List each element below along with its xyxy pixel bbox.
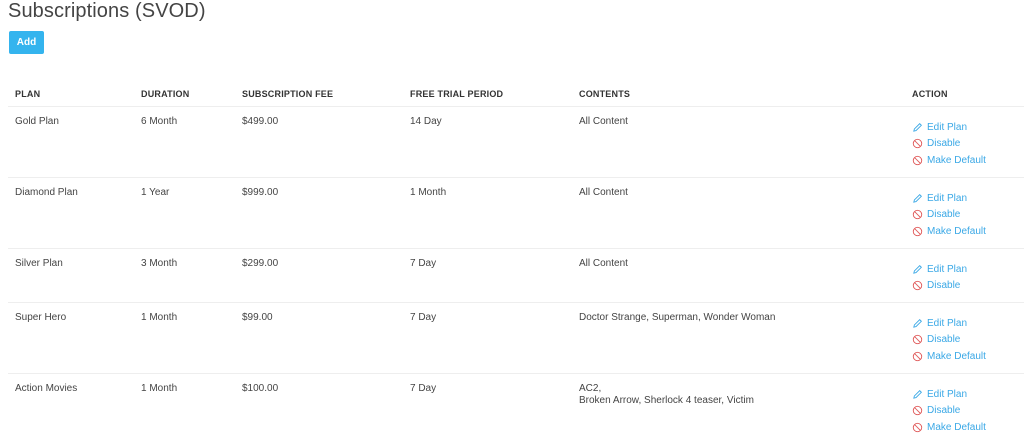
table-row: Diamond Plan 1 Year $999.00 1 Month All … bbox=[8, 178, 1024, 249]
ban-icon bbox=[912, 138, 923, 149]
make-default-link[interactable]: Make Default bbox=[912, 223, 986, 240]
plan-contents-line: All Content bbox=[579, 116, 628, 127]
plan-duration: 1 Month bbox=[141, 383, 178, 394]
disable-label: Disable bbox=[927, 280, 961, 292]
edit-plan-link[interactable]: Edit Plan bbox=[912, 386, 986, 403]
edit-plan-link[interactable]: Edit Plan bbox=[912, 261, 967, 278]
plan-fee: $299.00 bbox=[242, 258, 279, 269]
disable-link[interactable]: Disable bbox=[912, 332, 986, 349]
header-contents: CONTENTS bbox=[579, 89, 631, 99]
plan-contents-line: AC2, bbox=[579, 383, 602, 394]
edit-plan-label: Edit Plan bbox=[927, 263, 968, 275]
plan-name: Gold Plan bbox=[15, 116, 59, 127]
pencil-icon bbox=[912, 193, 923, 204]
row-actions: Edit Plan Disable Make Default bbox=[912, 190, 986, 240]
disable-link[interactable]: Disable bbox=[912, 403, 986, 420]
ban-icon bbox=[912, 280, 923, 291]
table-row: Silver Plan 3 Month $299.00 7 Day All Co… bbox=[8, 249, 1024, 303]
ban-icon bbox=[912, 351, 923, 362]
make-default-label: Make Default bbox=[927, 350, 986, 362]
ban-icon bbox=[912, 334, 923, 345]
plan-duration: 1 Month bbox=[141, 312, 178, 323]
make-default-link[interactable]: Make Default bbox=[912, 348, 986, 365]
plan-contents-line: Doctor Strange, Superman, Wonder Woman bbox=[579, 312, 776, 323]
make-default-label: Make Default bbox=[927, 154, 986, 166]
plan-contents: Doctor Strange, Superman, Wonder Woman bbox=[579, 312, 879, 324]
pencil-icon bbox=[912, 318, 923, 329]
table-row: Gold Plan 6 Month $499.00 14 Day All Con… bbox=[8, 107, 1024, 178]
edit-plan-label: Edit Plan bbox=[927, 192, 968, 204]
edit-plan-label: Edit Plan bbox=[927, 388, 968, 400]
header-action: ACTION bbox=[912, 89, 948, 99]
plan-contents-line: All Content bbox=[579, 258, 628, 269]
plan-name: Super Hero bbox=[15, 312, 67, 323]
pencil-icon bbox=[912, 389, 923, 400]
plan-trial: 7 Day bbox=[410, 383, 437, 394]
edit-plan-link[interactable]: Edit Plan bbox=[912, 190, 986, 207]
make-default-link[interactable]: Make Default bbox=[912, 152, 986, 169]
add-button[interactable]: Add bbox=[9, 31, 44, 54]
disable-label: Disable bbox=[927, 334, 961, 346]
plan-contents-line: All Content bbox=[579, 187, 628, 198]
plan-fee: $999.00 bbox=[242, 187, 279, 198]
disable-label: Disable bbox=[927, 209, 961, 221]
plan-fee: $499.00 bbox=[242, 116, 279, 127]
edit-plan-label: Edit Plan bbox=[927, 317, 968, 329]
header-free-trial-period: FREE TRIAL PERIOD bbox=[410, 89, 504, 99]
plan-contents: AC2, Broken Arrow, Sherlock 4 teaser, Vi… bbox=[579, 383, 879, 407]
subscriptions-table: PLAN DURATION SUBSCRIPTION FEE FREE TRIA… bbox=[8, 80, 1024, 436]
make-default-link[interactable]: Make Default bbox=[912, 419, 986, 436]
plan-duration: 3 Month bbox=[141, 258, 178, 269]
ban-icon bbox=[912, 422, 923, 433]
header-plan: PLAN bbox=[15, 89, 41, 99]
disable-label: Disable bbox=[927, 405, 961, 417]
ban-icon bbox=[912, 155, 923, 166]
plan-fee: $99.00 bbox=[242, 312, 273, 323]
disable-link[interactable]: Disable bbox=[912, 136, 986, 153]
plan-name: Action Movies bbox=[15, 383, 78, 394]
plan-trial: 7 Day bbox=[410, 312, 437, 323]
table-row: Action Movies 1 Month $100.00 7 Day AC2,… bbox=[8, 374, 1024, 436]
disable-link[interactable]: Disable bbox=[912, 207, 986, 224]
edit-plan-label: Edit Plan bbox=[927, 121, 968, 133]
row-actions: Edit Plan Disable Make Default bbox=[912, 386, 986, 436]
table-row: Super Hero 1 Month $99.00 7 Day Doctor S… bbox=[8, 303, 1024, 374]
edit-plan-link[interactable]: Edit Plan bbox=[912, 315, 986, 332]
disable-label: Disable bbox=[927, 138, 961, 150]
plan-trial: 14 Day bbox=[410, 116, 442, 127]
row-actions: Edit Plan Disable Make Default bbox=[912, 119, 986, 169]
plan-contents: All Content bbox=[579, 258, 879, 270]
plan-name: Silver Plan bbox=[15, 258, 63, 269]
plan-contents: All Content bbox=[579, 187, 879, 199]
plan-contents: All Content bbox=[579, 116, 879, 128]
plan-trial: 1 Month bbox=[410, 187, 447, 198]
make-default-label: Make Default bbox=[927, 421, 986, 433]
ban-icon bbox=[912, 405, 923, 416]
plan-contents-line: Broken Arrow, Sherlock 4 teaser, Victim bbox=[579, 395, 754, 406]
plan-duration: 6 Month bbox=[141, 116, 178, 127]
disable-link[interactable]: Disable bbox=[912, 278, 967, 295]
plan-name: Diamond Plan bbox=[15, 187, 78, 198]
ban-icon bbox=[912, 209, 923, 220]
pencil-icon bbox=[912, 122, 923, 133]
plan-duration: 1 Year bbox=[141, 187, 170, 198]
plan-trial: 7 Day bbox=[410, 258, 437, 269]
header-subscription-fee: SUBSCRIPTION FEE bbox=[242, 89, 334, 99]
edit-plan-link[interactable]: Edit Plan bbox=[912, 119, 986, 136]
row-actions: Edit Plan Disable bbox=[912, 261, 967, 294]
row-actions: Edit Plan Disable Make Default bbox=[912, 315, 986, 365]
pencil-icon bbox=[912, 264, 923, 275]
plan-fee: $100.00 bbox=[242, 383, 279, 394]
ban-icon bbox=[912, 226, 923, 237]
page-title: Subscriptions (SVOD) bbox=[8, 0, 206, 22]
table-header: PLAN DURATION SUBSCRIPTION FEE FREE TRIA… bbox=[8, 80, 1024, 107]
make-default-label: Make Default bbox=[927, 225, 986, 237]
header-duration: DURATION bbox=[141, 89, 190, 99]
